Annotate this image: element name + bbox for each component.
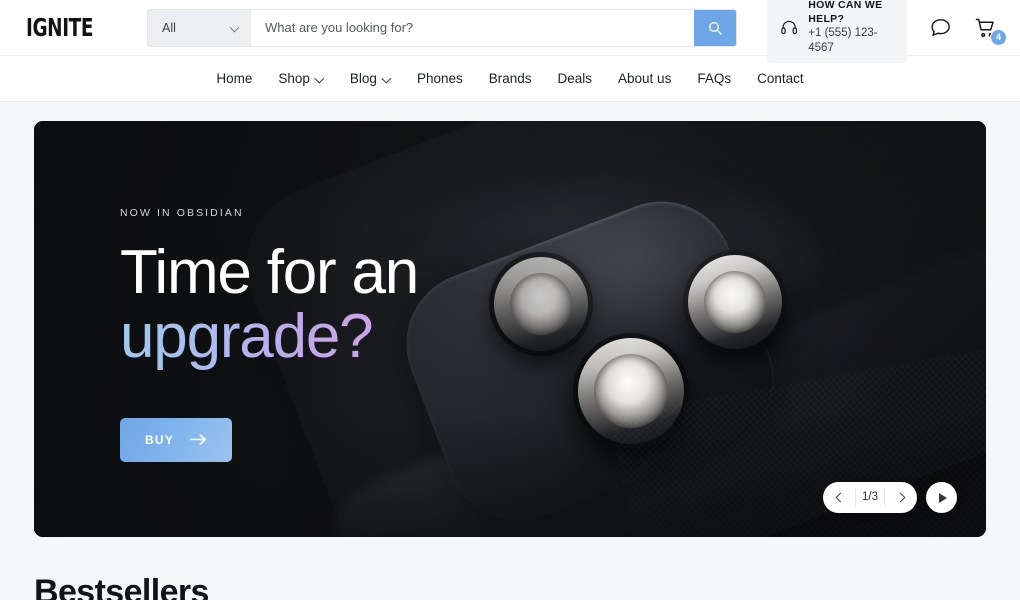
chevron-down-icon (231, 23, 240, 32)
hero-content: NOW IN OBSIDIAN Time for an upgrade? BUY (120, 207, 419, 462)
carousel-counter: 1/3 (855, 488, 885, 507)
search-category-label: All (162, 20, 176, 35)
cart-button[interactable]: 4 (974, 16, 1007, 46)
hero-title-line-1: Time for an (120, 238, 419, 307)
nav-item-blog[interactable]: Blog (350, 71, 391, 86)
search-bar: All (147, 8, 737, 47)
nav-label: Contact (757, 71, 804, 86)
arrow-right-icon (190, 434, 207, 446)
help-contact-block[interactable]: HOW CAN WE HELP? +1 (555) 123-4567 (767, 0, 907, 63)
hero-eyebrow: NOW IN OBSIDIAN (120, 207, 244, 219)
search-category-select[interactable]: All (148, 9, 251, 46)
hero-buy-label: BUY (145, 432, 175, 447)
nav-label: Home (216, 71, 253, 86)
carousel-next-button[interactable] (885, 482, 917, 513)
chevron-down-icon (383, 75, 391, 83)
nav-label: Phones (416, 71, 463, 86)
nav-label: Shop (278, 71, 310, 86)
chat-bubble-icon (931, 19, 950, 36)
nav-item-phones[interactable]: Phones (417, 71, 463, 86)
main-navigation: Home Shop Blog Phones Brands Deals About… (0, 56, 1020, 102)
nav-item-faqs[interactable]: FAQs (697, 71, 731, 86)
cart-badge-count: 4 (990, 28, 1007, 46)
carousel-pager: 1/3 (823, 482, 917, 513)
search-input[interactable] (251, 9, 694, 46)
nav-item-home[interactable]: Home (216, 71, 252, 86)
nav-item-deals[interactable]: Deals (558, 71, 593, 86)
headset-icon (781, 20, 797, 35)
hero-buy-button[interactable]: BUY (120, 417, 233, 462)
play-icon (938, 492, 947, 503)
carousel-prev-button[interactable] (823, 482, 855, 513)
chat-button[interactable] (929, 16, 952, 39)
chevron-left-icon (835, 492, 845, 503)
nav-label: About us (618, 71, 672, 86)
page-body: NOW IN OBSIDIAN Time for an upgrade? BUY… (0, 121, 1020, 600)
nav-item-brands[interactable]: Brands (489, 71, 532, 86)
chevron-down-icon (316, 75, 324, 83)
hero-title: Time for an upgrade? (120, 238, 419, 372)
site-logo[interactable]: IGNITE (26, 13, 93, 42)
nav-item-about-us[interactable]: About us (618, 71, 671, 86)
search-submit-button[interactable] (694, 9, 736, 46)
site-header: IGNITE All HOW CAN WE HELP? +1 (555) 123… (0, 0, 1020, 63)
nav-label: Blog (349, 71, 377, 86)
nav-label: Deals (557, 71, 593, 86)
carousel-play-button[interactable] (926, 482, 957, 513)
help-phone: +1 (555) 123-4567 (808, 26, 878, 54)
nav-label: FAQs (697, 71, 732, 86)
nav-item-shop[interactable]: Shop (278, 71, 324, 86)
hero-banner: NOW IN OBSIDIAN Time for an upgrade? BUY… (34, 121, 986, 537)
hero-carousel-controls: 1/3 (823, 482, 957, 513)
nav-label: Brands (488, 71, 532, 86)
nav-item-contact[interactable]: Contact (757, 71, 804, 86)
bestsellers-heading: Bestsellers (34, 573, 209, 600)
chevron-right-icon (895, 492, 905, 503)
help-title: HOW CAN WE HELP? (808, 0, 883, 25)
search-icon (709, 21, 722, 35)
hero-title-line-2: upgrade? (120, 302, 374, 372)
